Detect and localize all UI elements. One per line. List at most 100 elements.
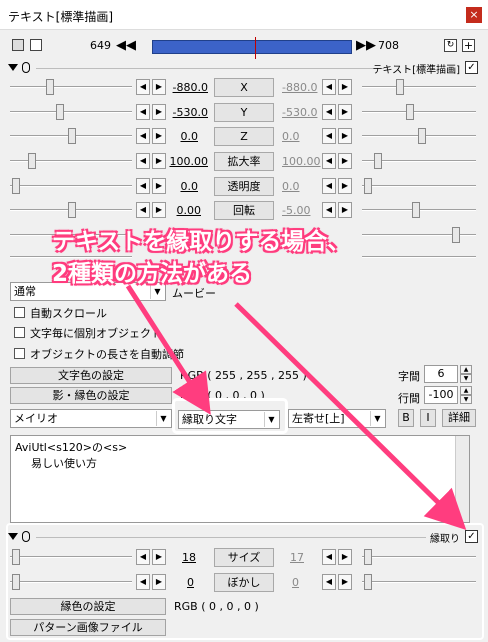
auto-length-checkbox[interactable] (14, 348, 25, 359)
collapse-icon[interactable] (8, 64, 18, 71)
increment-button-right[interactable]: ▶ (338, 128, 352, 144)
left-slider-track[interactable] (10, 185, 132, 187)
left-slider-thumb[interactable] (68, 202, 76, 218)
increment-button-right[interactable]: ▶ (338, 153, 352, 169)
right-slider-thumb[interactable] (364, 574, 372, 590)
chevron-down-icon[interactable]: ▼ (156, 411, 170, 426)
close-button[interactable]: × (466, 7, 482, 23)
param-left-value[interactable]: -880.0 (158, 81, 208, 94)
italic-button[interactable]: I (420, 409, 436, 427)
align-select[interactable]: 左寄せ[上] ▼ (288, 409, 386, 428)
right-slider-thumb[interactable] (364, 549, 372, 565)
param-left-value[interactable]: 18 (146, 551, 196, 564)
right-slider-track[interactable] (362, 185, 476, 187)
param-label-button[interactable]: 拡大率 (214, 152, 274, 171)
decrement-button[interactable]: ◀ (136, 153, 150, 169)
param-left-value[interactable]: 0 (144, 576, 194, 589)
font-select[interactable]: メイリオ ▼ (10, 409, 172, 428)
left-slider-thumb[interactable] (28, 153, 36, 169)
char-spacing-input[interactable]: 6 (424, 365, 458, 383)
decrement-button-right[interactable]: ◀ (322, 549, 336, 565)
right-slider-thumb[interactable] (418, 128, 426, 144)
param-left-value[interactable]: 100.00 (158, 155, 209, 168)
decrement-button[interactable]: ◀ (136, 202, 150, 218)
bold-button[interactable]: B (398, 409, 414, 427)
right-slider-track[interactable] (362, 556, 476, 558)
right-slider-thumb[interactable] (412, 202, 420, 218)
right-slider-thumb[interactable] (364, 178, 372, 194)
frame-icon-1[interactable] (12, 39, 24, 51)
right-slider-track[interactable] (362, 86, 476, 88)
frame-bar[interactable] (152, 37, 352, 59)
decrement-button-right[interactable]: ◀ (322, 178, 336, 194)
left-slider-thumb[interactable] (56, 104, 64, 120)
param-left-value[interactable]: -530.0 (158, 106, 208, 119)
loop-icon[interactable]: ↻ (444, 39, 457, 52)
border-color-button[interactable]: 縁色の設定 (10, 598, 166, 615)
next-frame-icon[interactable]: ▶▶ (356, 38, 376, 53)
decrement-button[interactable]: ◀ (136, 79, 150, 95)
char-spacing-down[interactable]: ▼ (460, 374, 472, 383)
chevron-down-icon[interactable]: ▼ (370, 411, 384, 426)
left-slider-thumb[interactable] (68, 128, 76, 144)
decrement-button-right[interactable]: ◀ (322, 128, 336, 144)
section-enable-checkbox[interactable]: ✓ (465, 61, 478, 74)
param-left-value[interactable]: 0.00 (151, 204, 202, 217)
left-slider-thumb[interactable] (12, 549, 20, 565)
left-slider-track[interactable] (10, 556, 132, 558)
param-label-button[interactable]: X (214, 78, 274, 97)
pattern-image-button[interactable]: パターン画像ファイル (10, 619, 166, 636)
per-char-checkbox[interactable] (14, 327, 25, 338)
increment-button-right[interactable]: ▶ (338, 104, 352, 120)
auto-scroll-checkbox[interactable] (14, 307, 25, 318)
param-label-button[interactable]: 回転 (214, 201, 274, 220)
text-content-area[interactable]: AviUtl<s120>の<s> 易しい使い方 (10, 435, 470, 523)
left-slider-thumb[interactable] (12, 574, 20, 590)
left-slider-track[interactable] (10, 581, 132, 583)
decrement-button-right[interactable]: ◀ (322, 79, 336, 95)
line-spacing-up[interactable]: ▲ (460, 386, 472, 395)
left-slider-track[interactable] (10, 86, 132, 88)
text-area-scrollbar[interactable] (455, 436, 469, 522)
frame-icon-2[interactable] (30, 39, 42, 51)
decrement-button-right[interactable]: ◀ (322, 202, 336, 218)
line-spacing-input[interactable]: -100 (424, 386, 458, 404)
right-slider-track[interactable] (362, 256, 476, 258)
line-spacing-down[interactable]: ▼ (460, 395, 472, 404)
increment-button-right[interactable]: ▶ (338, 202, 352, 218)
left-slider-thumb[interactable] (46, 79, 54, 95)
param-label-button[interactable]: Z (214, 127, 274, 146)
param-label-button[interactable]: ぼかし (214, 573, 274, 592)
right-slider-thumb[interactable] (374, 153, 382, 169)
add-icon[interactable]: + (462, 39, 475, 52)
right-slider-track[interactable] (362, 111, 476, 113)
increment-button-right[interactable]: ▶ (338, 574, 352, 590)
param-label-button[interactable]: サイズ (214, 548, 274, 567)
detail-button[interactable]: 詳細 (442, 409, 476, 427)
decrement-button-right[interactable]: ◀ (322, 574, 336, 590)
annotation-line-1: テキストを縁取りする場合、 (52, 229, 351, 255)
right-slider-thumb[interactable] (406, 104, 414, 120)
param-label-button[interactable]: 透明度 (214, 177, 274, 196)
increment-button-right[interactable]: ▶ (338, 79, 352, 95)
section-enable-checkbox[interactable]: ✓ (465, 530, 478, 543)
increment-button-right[interactable]: ▶ (338, 549, 352, 565)
decrement-button[interactable]: ◀ (136, 104, 150, 120)
left-slider-thumb[interactable] (12, 178, 20, 194)
param-left-value[interactable]: 0.0 (148, 180, 199, 193)
frame-marker[interactable] (255, 37, 256, 59)
right-slider-thumb[interactable] (452, 227, 460, 243)
param-label-button[interactable]: Y (214, 103, 274, 122)
param-left-value[interactable]: 0.0 (148, 130, 199, 143)
increment-button-right[interactable]: ▶ (338, 178, 352, 194)
collapse-icon[interactable] (8, 533, 18, 540)
char-spacing-up[interactable]: ▲ (460, 365, 472, 374)
shadow-color-button[interactable]: 影・縁色の設定 (10, 387, 172, 404)
left-slider-track[interactable] (10, 111, 132, 113)
right-slider-track[interactable] (362, 581, 476, 583)
right-slider-thumb[interactable] (396, 79, 404, 95)
decrement-button-right[interactable]: ◀ (322, 104, 336, 120)
decrement-button-right[interactable]: ◀ (322, 153, 336, 169)
text-color-button[interactable]: 文字色の設定 (10, 367, 172, 384)
prev-frame-icon[interactable]: ◀◀ (116, 38, 136, 53)
